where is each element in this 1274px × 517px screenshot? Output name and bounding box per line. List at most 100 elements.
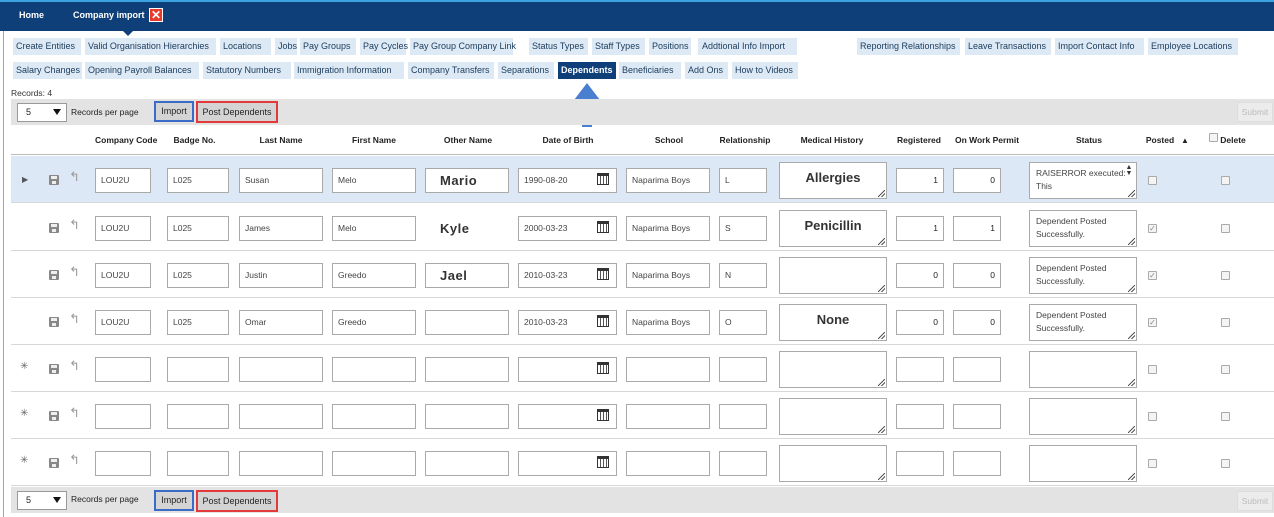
save-icon[interactable] [49, 364, 59, 374]
nav-item-opening-payroll-balances[interactable]: Opening Payroll Balances [85, 62, 199, 79]
badge-no-input[interactable]: L025 [167, 168, 229, 193]
last-name-input[interactable] [239, 451, 323, 476]
badge-no-input[interactable] [167, 451, 229, 476]
status-textarea[interactable] [1029, 351, 1137, 388]
page-size-select[interactable]: 5 [17, 103, 67, 122]
resize-grip-icon[interactable] [1128, 379, 1135, 386]
resize-grip-icon[interactable] [878, 332, 885, 339]
nav-item-reporting-relationships[interactable]: Reporting Relationships [857, 38, 960, 55]
first-name-input[interactable]: Greedo [332, 310, 416, 335]
nav-item-staff-types[interactable]: Staff Types [592, 38, 645, 55]
relationship-input[interactable]: O [719, 310, 767, 335]
delete-all-checkbox[interactable] [1209, 133, 1218, 142]
relationship-input[interactable]: S [719, 216, 767, 241]
table-row[interactable]: ↰ LOU2U L025 Justin Greedo Jael 2010-03-23 Napa… [11, 251, 1274, 298]
school-input[interactable]: Naparima Boys [626, 263, 710, 288]
undo-icon[interactable]: ↰ [69, 453, 80, 466]
badge-no-input[interactable] [167, 357, 229, 382]
work-permit-input[interactable]: 0 [953, 263, 1001, 288]
medical-history-textarea[interactable] [779, 351, 887, 388]
tab-company-import[interactable]: Company import [73, 2, 145, 31]
registered-input[interactable]: 0 [896, 310, 944, 335]
other-name-input[interactable] [425, 310, 509, 335]
school-input[interactable]: Naparima Boys [626, 216, 710, 241]
nav-item-pay-cycles[interactable]: Pay Cycles [360, 38, 408, 55]
work-permit-input[interactable] [953, 451, 1001, 476]
medical-history-textarea[interactable]: Allergies [779, 162, 887, 199]
school-input[interactable] [626, 451, 710, 476]
nav-item-import-contact-info[interactable]: Import Contact Info [1055, 38, 1144, 55]
medical-history-textarea[interactable] [779, 398, 887, 435]
nav-item-locations[interactable]: Locations [220, 38, 271, 55]
badge-no-input[interactable]: L025 [167, 310, 229, 335]
status-textarea[interactable] [1029, 445, 1137, 482]
nav-item-how-to-videos[interactable]: How to Videos [732, 62, 798, 79]
calendar-icon[interactable] [597, 362, 609, 374]
post-dependents-button[interactable]: Post Dependents [196, 101, 278, 123]
last-name-input[interactable]: James [239, 216, 323, 241]
company-code-input[interactable]: LOU2U [95, 263, 151, 288]
sort-ascending-icon[interactable]: ▲ [1181, 136, 1189, 145]
other-name-input[interactable] [425, 404, 509, 429]
delete-checkbox[interactable] [1221, 412, 1230, 421]
nav-item-leave-transactions[interactable]: Leave Transactions [965, 38, 1051, 55]
relationship-input[interactable] [719, 451, 767, 476]
resize-grip-icon[interactable] [1128, 285, 1135, 292]
resize-grip-icon[interactable] [1128, 473, 1135, 480]
nav-item-positions[interactable]: Positions [649, 38, 691, 55]
nav-item-beneficiaries[interactable]: Beneficiaries [619, 62, 681, 79]
resize-grip-icon[interactable] [1128, 332, 1135, 339]
medical-history-textarea[interactable] [779, 445, 887, 482]
nav-item-create-entities[interactable]: Create Entities [13, 38, 81, 55]
save-icon[interactable] [49, 270, 59, 280]
registered-input[interactable]: 0 [896, 263, 944, 288]
delete-checkbox[interactable] [1221, 318, 1230, 327]
calendar-icon[interactable] [597, 173, 609, 185]
calendar-icon[interactable] [597, 456, 609, 468]
status-textarea[interactable] [1029, 398, 1137, 435]
registered-input[interactable] [896, 451, 944, 476]
calendar-icon[interactable] [597, 315, 609, 327]
first-name-input[interactable]: Melo [332, 168, 416, 193]
resize-grip-icon[interactable] [878, 190, 885, 197]
registered-input[interactable] [896, 404, 944, 429]
work-permit-input[interactable] [953, 404, 1001, 429]
resize-grip-icon[interactable] [878, 473, 885, 480]
resize-grip-icon[interactable] [878, 285, 885, 292]
table-row[interactable]: ✳ ↰ [11, 392, 1274, 439]
badge-no-input[interactable]: L025 [167, 263, 229, 288]
resize-grip-icon[interactable] [1128, 426, 1135, 433]
last-name-input[interactable]: Omar [239, 310, 323, 335]
status-textarea[interactable]: Dependent Posted Successfully. [1029, 210, 1137, 247]
nav-item-salary-changes[interactable]: Salary Changes [13, 62, 82, 79]
expand-row-icon[interactable]: ▶ [22, 174, 28, 185]
school-input[interactable]: Naparima Boys [626, 310, 710, 335]
undo-icon[interactable]: ↰ [69, 218, 80, 231]
column-header-posted[interactable]: Posted [1145, 135, 1175, 145]
nav-item-employee-locations[interactable]: Employee Locations [1148, 38, 1238, 55]
calendar-icon[interactable] [597, 221, 609, 233]
nav-item-pay-groups[interactable]: Pay Groups [300, 38, 356, 55]
delete-checkbox[interactable] [1221, 176, 1230, 185]
undo-icon[interactable]: ↰ [69, 170, 80, 183]
first-name-input[interactable] [332, 451, 416, 476]
post-dependents-button-bottom[interactable]: Post Dependents [196, 490, 278, 512]
first-name-input[interactable] [332, 357, 416, 382]
scroll-arrows-icon[interactable]: ▲ ▼ [1124, 164, 1134, 179]
table-row[interactable]: ↰ LOU2U L025 James Melo Kyle 2000-03-23 Naparim… [11, 204, 1274, 251]
other-name-input[interactable] [425, 451, 509, 476]
save-icon[interactable] [49, 175, 59, 185]
school-input[interactable]: Naparima Boys [626, 168, 710, 193]
save-icon[interactable] [49, 411, 59, 421]
company-code-input[interactable]: LOU2U [95, 216, 151, 241]
nav-item-immigration-information[interactable]: Immigration Information [294, 62, 404, 79]
other-name-input[interactable]: Kyle [425, 216, 480, 241]
nav-item-valid-organisation-hierarchies[interactable]: Valid Organisation Hierarchies [85, 38, 216, 55]
last-name-input[interactable]: Justin [239, 263, 323, 288]
undo-icon[interactable]: ↰ [69, 406, 80, 419]
nav-item-statutory-numbers[interactable]: Statutory Numbers [203, 62, 291, 79]
medical-history-textarea[interactable]: None [779, 304, 887, 341]
first-name-input[interactable]: Greedo [332, 263, 416, 288]
company-code-input[interactable] [95, 404, 151, 429]
registered-input[interactable] [896, 357, 944, 382]
